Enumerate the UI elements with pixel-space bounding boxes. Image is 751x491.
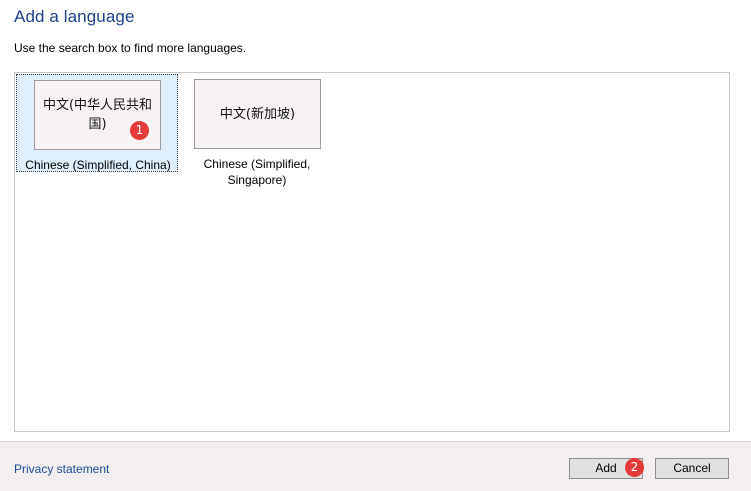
language-list[interactable]: 中文(中华人民共和国) 1 Chinese (Simplified, China… xyxy=(14,72,730,432)
language-native-name: 中文(新加坡) xyxy=(194,79,321,149)
language-label: Chinese (Simplified, China) xyxy=(25,158,171,172)
cancel-button[interactable]: Cancel xyxy=(655,458,729,479)
step-badge-2: 2 xyxy=(625,458,644,477)
language-label: Chinese (Simplified, Singapore) xyxy=(203,157,311,187)
language-tile-chinese-china[interactable]: 中文(中华人民共和国) 1 Chinese (Simplified, China… xyxy=(16,74,178,172)
dialog-footer: Privacy statement Add 2 Cancel xyxy=(0,441,751,491)
instructions-text: Use the search box to find more language… xyxy=(14,41,247,55)
privacy-statement-link[interactable]: Privacy statement xyxy=(14,462,109,476)
dialog-title: Add a language xyxy=(14,7,135,26)
step-badge-1: 1 xyxy=(130,121,149,140)
language-tile-chinese-singapore[interactable]: 中文(新加坡) Chinese (Simplified, Singapore) xyxy=(194,74,356,187)
